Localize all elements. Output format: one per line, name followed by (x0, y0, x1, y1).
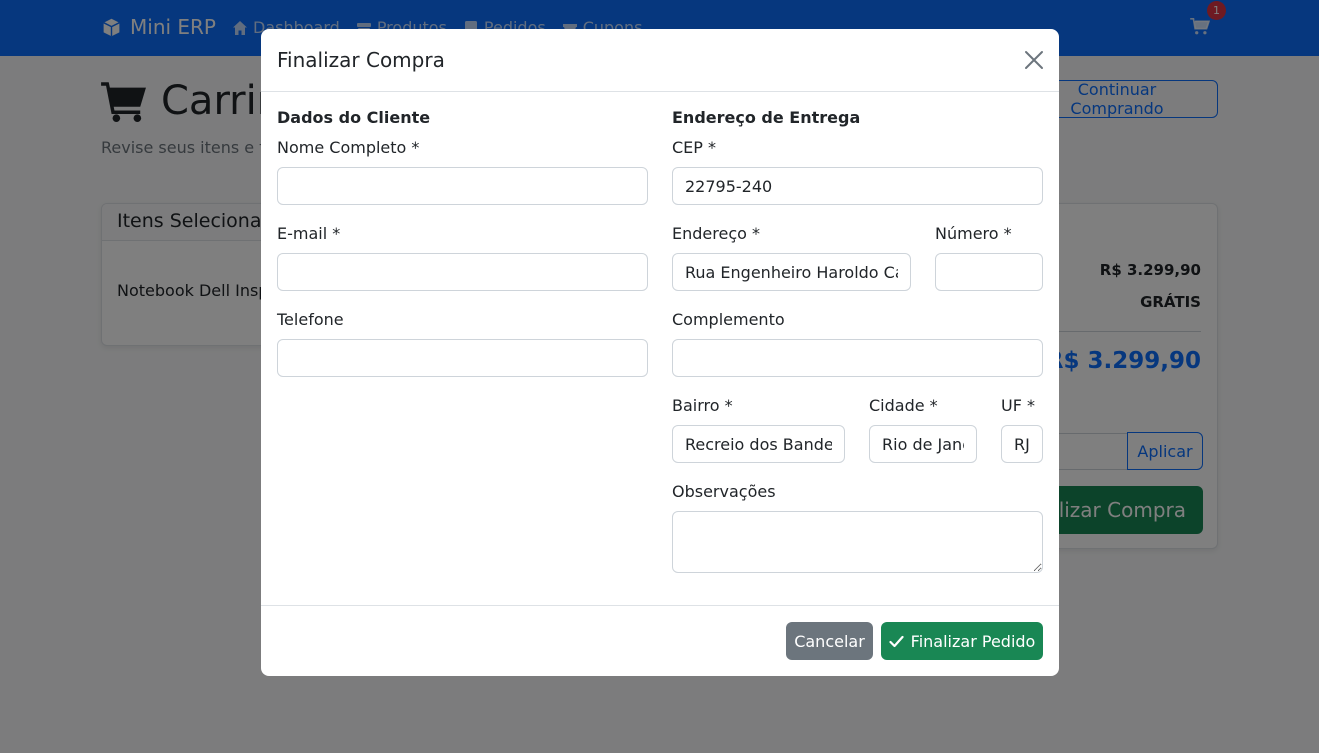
nome-input[interactable] (277, 167, 648, 205)
nome-label: Nome Completo * (277, 138, 420, 157)
bairro-input[interactable] (672, 425, 845, 463)
check-icon (889, 635, 904, 647)
modal-header: Finalizar Compra (261, 29, 1059, 92)
bairro-label: Bairro * (672, 396, 733, 415)
cep-label: CEP * (672, 138, 717, 157)
client-section-title: Dados do Cliente (277, 108, 431, 127)
modal-title: Finalizar Compra (277, 48, 445, 72)
complemento-label: Complemento (672, 310, 785, 329)
cidade-label: Cidade * (869, 396, 938, 415)
finalize-order-button[interactable]: Finalizar Pedido (881, 622, 1043, 660)
modal-footer: Cancelar Finalizar Pedido (261, 605, 1059, 676)
cidade-input[interactable] (869, 425, 977, 463)
observacoes-textarea[interactable] (672, 511, 1043, 573)
finalize-order-label: Finalizar Pedido (910, 631, 1036, 651)
numero-label: Número * (935, 224, 1012, 243)
cep-input[interactable] (672, 167, 1043, 205)
endereco-input[interactable] (672, 253, 911, 291)
uf-input[interactable] (1001, 425, 1043, 463)
close-button[interactable] (1023, 49, 1045, 71)
checkout-modal: Finalizar Compra Dados do Cliente Nome C… (261, 29, 1059, 676)
address-section-title: Endereço de Entrega (672, 108, 861, 127)
close-icon (1025, 51, 1043, 69)
numero-input[interactable] (935, 253, 1043, 291)
email-label: E-mail * (277, 224, 341, 243)
telefone-label: Telefone (277, 310, 344, 329)
email-input[interactable] (277, 253, 648, 291)
complemento-input[interactable] (672, 339, 1043, 377)
telefone-input[interactable] (277, 339, 648, 377)
endereco-label: Endereço * (672, 224, 760, 243)
uf-label: UF * (1001, 396, 1035, 415)
observacoes-label: Observações (672, 482, 776, 501)
cancel-button[interactable]: Cancelar (786, 622, 873, 660)
